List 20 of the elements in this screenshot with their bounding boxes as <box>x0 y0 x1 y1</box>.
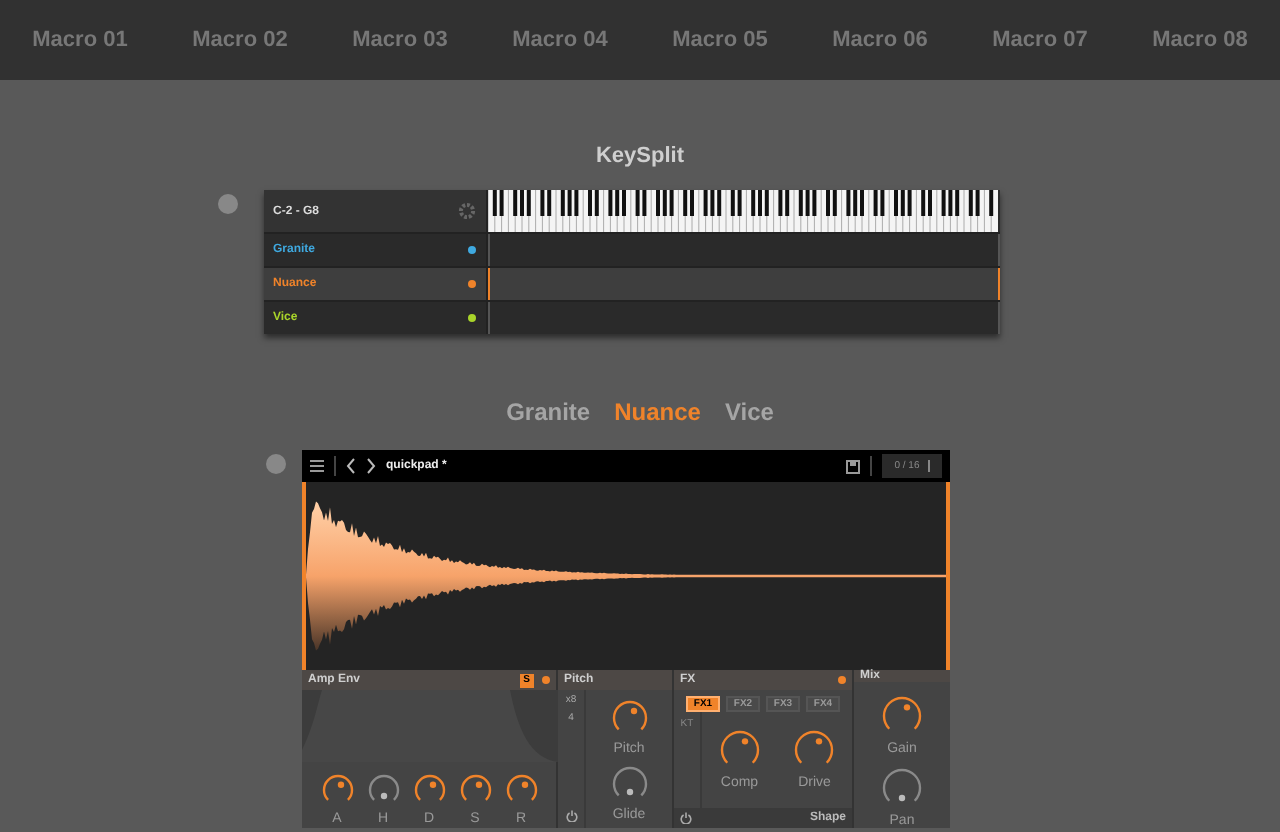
save-icon[interactable] <box>846 459 860 473</box>
macro-button[interactable]: Macro 01 <box>0 23 160 57</box>
macro-button[interactable]: Macro 06 <box>800 23 960 57</box>
macro-button[interactable]: Macro 05 <box>640 23 800 57</box>
macro-button[interactable]: Macro 04 <box>480 23 640 57</box>
layer-tab[interactable]: Granite <box>506 400 591 424</box>
macro-button[interactable]: Macro 07 <box>960 23 1120 57</box>
layer-tab[interactable]: Vice <box>724 400 774 424</box>
power-icon[interactable] <box>565 810 577 822</box>
macro-button[interactable]: Macro 08 <box>1120 23 1280 57</box>
layer-tab[interactable]: Nuance <box>614 400 701 424</box>
power-icon[interactable] <box>680 812 692 824</box>
menu-icon[interactable] <box>310 460 324 472</box>
macro-button[interactable]: Macro 02 <box>160 23 320 57</box>
macro-button[interactable]: Macro 03 <box>320 23 480 57</box>
settings-icon[interactable] <box>457 202 475 220</box>
keysplit-title: KeySplit <box>595 146 684 168</box>
next-icon[interactable] <box>366 458 376 474</box>
piano-keyboard[interactable] <box>487 190 997 232</box>
previous-icon[interactable] <box>346 458 356 474</box>
